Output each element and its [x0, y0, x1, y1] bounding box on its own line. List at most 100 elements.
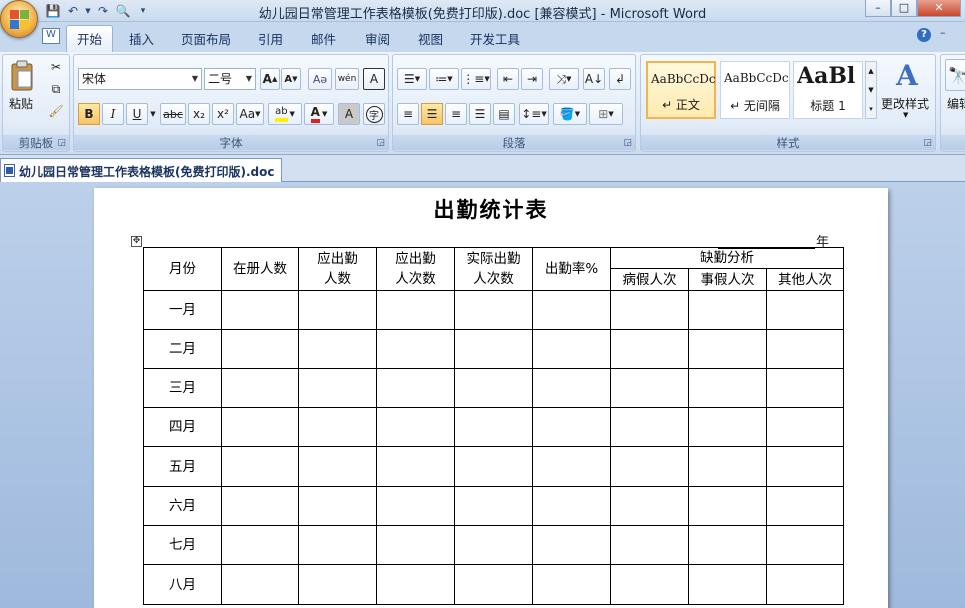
header-other[interactable]: 其他人次: [766, 268, 844, 291]
tab-references[interactable]: 引用: [258, 29, 283, 48]
tab-view[interactable]: 视图: [418, 29, 443, 48]
bold-button[interactable]: B: [78, 103, 100, 125]
superscript-button[interactable]: x²: [212, 103, 234, 125]
office-button[interactable]: [0, 0, 38, 38]
paragraph-launcher-icon[interactable]: ◲: [623, 138, 632, 148]
editing-button[interactable]: 编辑: [947, 95, 965, 112]
close-button[interactable]: ✕: [917, 0, 961, 17]
header-enrolled[interactable]: 在册人数: [221, 247, 299, 291]
clear-formatting-icon[interactable]: Aə: [308, 68, 332, 90]
header-sick-leave[interactable]: 病假人次: [610, 268, 689, 291]
borders-button[interactable]: ⊞ ▼: [589, 103, 623, 125]
table-row: 七月: [143, 525, 844, 565]
header-absence-analysis[interactable]: 缺勤分析: [610, 247, 844, 269]
font-size-combo[interactable]: 二号 ▼: [204, 68, 256, 90]
header-personal-leave[interactable]: 事假人次: [688, 268, 767, 291]
change-case-button[interactable]: Aa ▼: [236, 103, 264, 125]
minimize-button[interactable]: –: [865, 0, 891, 17]
change-styles-icon[interactable]: A: [885, 57, 929, 93]
paste-icon[interactable]: [7, 59, 37, 93]
find-icon[interactable]: 🔭: [945, 59, 965, 91]
month-cell[interactable]: 六月: [143, 486, 222, 526]
document-tab-label: 幼儿园日常管理工作表格模板(免费打印版).doc: [19, 165, 275, 179]
style-name: 标题 1: [810, 99, 846, 113]
justify-icon[interactable]: ☰: [469, 103, 491, 125]
header-expected-times[interactable]: 应出勤 人次数: [376, 247, 455, 291]
enclose-chars-button[interactable]: 字: [363, 103, 385, 125]
styles-launcher-icon[interactable]: ◲: [923, 138, 932, 148]
format-painter-icon[interactable]: 🖌: [47, 102, 65, 120]
style-heading-1[interactable]: AaBl 标题 1: [793, 61, 863, 119]
header-attendance-rate[interactable]: 出勤率%: [532, 247, 611, 291]
tab-insert[interactable]: 插入: [129, 29, 154, 48]
copy-icon[interactable]: ⧉: [47, 80, 65, 98]
align-left-icon[interactable]: ≡: [397, 103, 419, 125]
tab-review[interactable]: 审阅: [365, 29, 390, 48]
bullets-button[interactable]: ☰ ▼: [397, 68, 427, 90]
header-expected-people[interactable]: 应出勤 人数: [298, 247, 377, 291]
subscript-button[interactable]: x₂: [188, 103, 210, 125]
grow-font-button[interactable]: A ▲: [260, 68, 280, 90]
maximize-button[interactable]: □: [891, 0, 917, 17]
table-header-row: 月份 在册人数 应出勤 人数 应出勤 人次数 实际出勤 人次数 出勤率% 缺勤分析: [143, 247, 844, 291]
decrease-indent-icon[interactable]: ⇤: [497, 68, 519, 90]
distributed-icon[interactable]: ▤: [493, 103, 515, 125]
font-launcher-icon[interactable]: ◲: [376, 138, 385, 148]
header-month[interactable]: 月份: [143, 247, 222, 291]
align-right-icon[interactable]: ≡: [445, 103, 467, 125]
style-no-spacing[interactable]: AaBbCcDc ↵ 无间隔: [720, 61, 790, 119]
sort-icon[interactable]: A↓: [583, 68, 605, 90]
month-cell[interactable]: 二月: [143, 329, 222, 369]
month-cell[interactable]: 八月: [143, 564, 222, 605]
char-shading-button[interactable]: A: [338, 103, 360, 125]
month-cell[interactable]: 四月: [143, 407, 222, 447]
style-sample: AaBbCcDc: [651, 72, 715, 86]
text-highlight-button[interactable]: ab ▼: [268, 103, 302, 125]
numbering-button[interactable]: ≔ ▼: [429, 68, 459, 90]
ribbon-minimize-icon[interactable]: –: [940, 26, 946, 39]
increase-indent-icon[interactable]: ⇥: [521, 68, 543, 90]
font-color-button[interactable]: A ▼: [304, 103, 334, 125]
tab-mailings[interactable]: 邮件: [311, 29, 336, 48]
tab-developer[interactable]: 开发工具: [470, 29, 520, 48]
month-cell[interactable]: 五月: [143, 446, 222, 487]
month-cell[interactable]: 七月: [143, 525, 222, 565]
document-page[interactable]: 出勤统计表 ✥ 年 月份 在册人数 应出勤 人数 应出勤 人次数 实际出勤 人次数 出…: [94, 188, 888, 608]
cut-icon[interactable]: ✂: [47, 58, 65, 76]
month-cell[interactable]: 一月: [143, 290, 222, 330]
document-tab-strip: 幼儿园日常管理工作表格模板(免费打印版).doc: [0, 155, 965, 182]
chinese-layout-button[interactable]: ⤨ ▼: [549, 68, 579, 90]
header-actual-times[interactable]: 实际出勤 人次数: [454, 247, 533, 291]
window-title: 幼儿园日常管理工作表格模板(免费打印版).doc [兼容模式] - Micros…: [258, 7, 707, 22]
underline-button[interactable]: U: [126, 103, 148, 125]
shading-button[interactable]: 🪣 ▼: [553, 103, 587, 125]
clipboard-launcher-icon[interactable]: ◲: [57, 138, 66, 148]
shrink-font-button[interactable]: A ▼: [281, 68, 301, 90]
table-row: 二月: [143, 329, 844, 369]
underline-dropdown-icon[interactable]: ▼: [148, 103, 158, 125]
editing-group: 🔭 编辑: [940, 54, 965, 152]
numbered-list-icon: ≔: [435, 72, 448, 86]
paint-bucket-icon: 🪣: [559, 107, 575, 121]
italic-button[interactable]: I: [102, 103, 124, 125]
table-move-handle-icon[interactable]: ✥: [131, 236, 142, 247]
document-area[interactable]: 出勤统计表 ✥ 年 月份 在册人数 应出勤 人数 应出勤 人次数 实际出勤 人次数 出…: [0, 182, 965, 608]
help-icon[interactable]: ?: [917, 28, 931, 42]
tab-page-layout[interactable]: 页面布局: [181, 29, 231, 48]
styles-scroll[interactable]: ▲ ▼ ▾: [865, 61, 877, 119]
word-doc-icon[interactable]: W: [42, 28, 60, 44]
char-border-button[interactable]: A: [363, 68, 385, 90]
font-name-combo[interactable]: 宋体 ▼: [78, 68, 202, 90]
line-spacing-button[interactable]: ↕≡ ▼: [519, 103, 549, 125]
month-cell[interactable]: 三月: [143, 368, 222, 408]
document-tab[interactable]: 幼儿园日常管理工作表格模板(免费打印版).doc: [0, 158, 282, 182]
paste-button-label[interactable]: 粘贴: [9, 95, 33, 112]
align-center-icon[interactable]: ☰: [421, 103, 443, 125]
multilevel-list-button[interactable]: ⋮≡ ▼: [461, 68, 491, 90]
phonetic-guide-button[interactable]: wén: [335, 68, 359, 90]
style-normal[interactable]: AaBbCcDc ↵ 正文: [646, 61, 716, 119]
change-styles-button[interactable]: 更改样式: [881, 95, 929, 112]
strikethrough-button[interactable]: abc: [160, 103, 186, 125]
show-marks-icon[interactable]: ↲: [609, 68, 631, 90]
tab-home[interactable]: 开始: [66, 25, 114, 52]
